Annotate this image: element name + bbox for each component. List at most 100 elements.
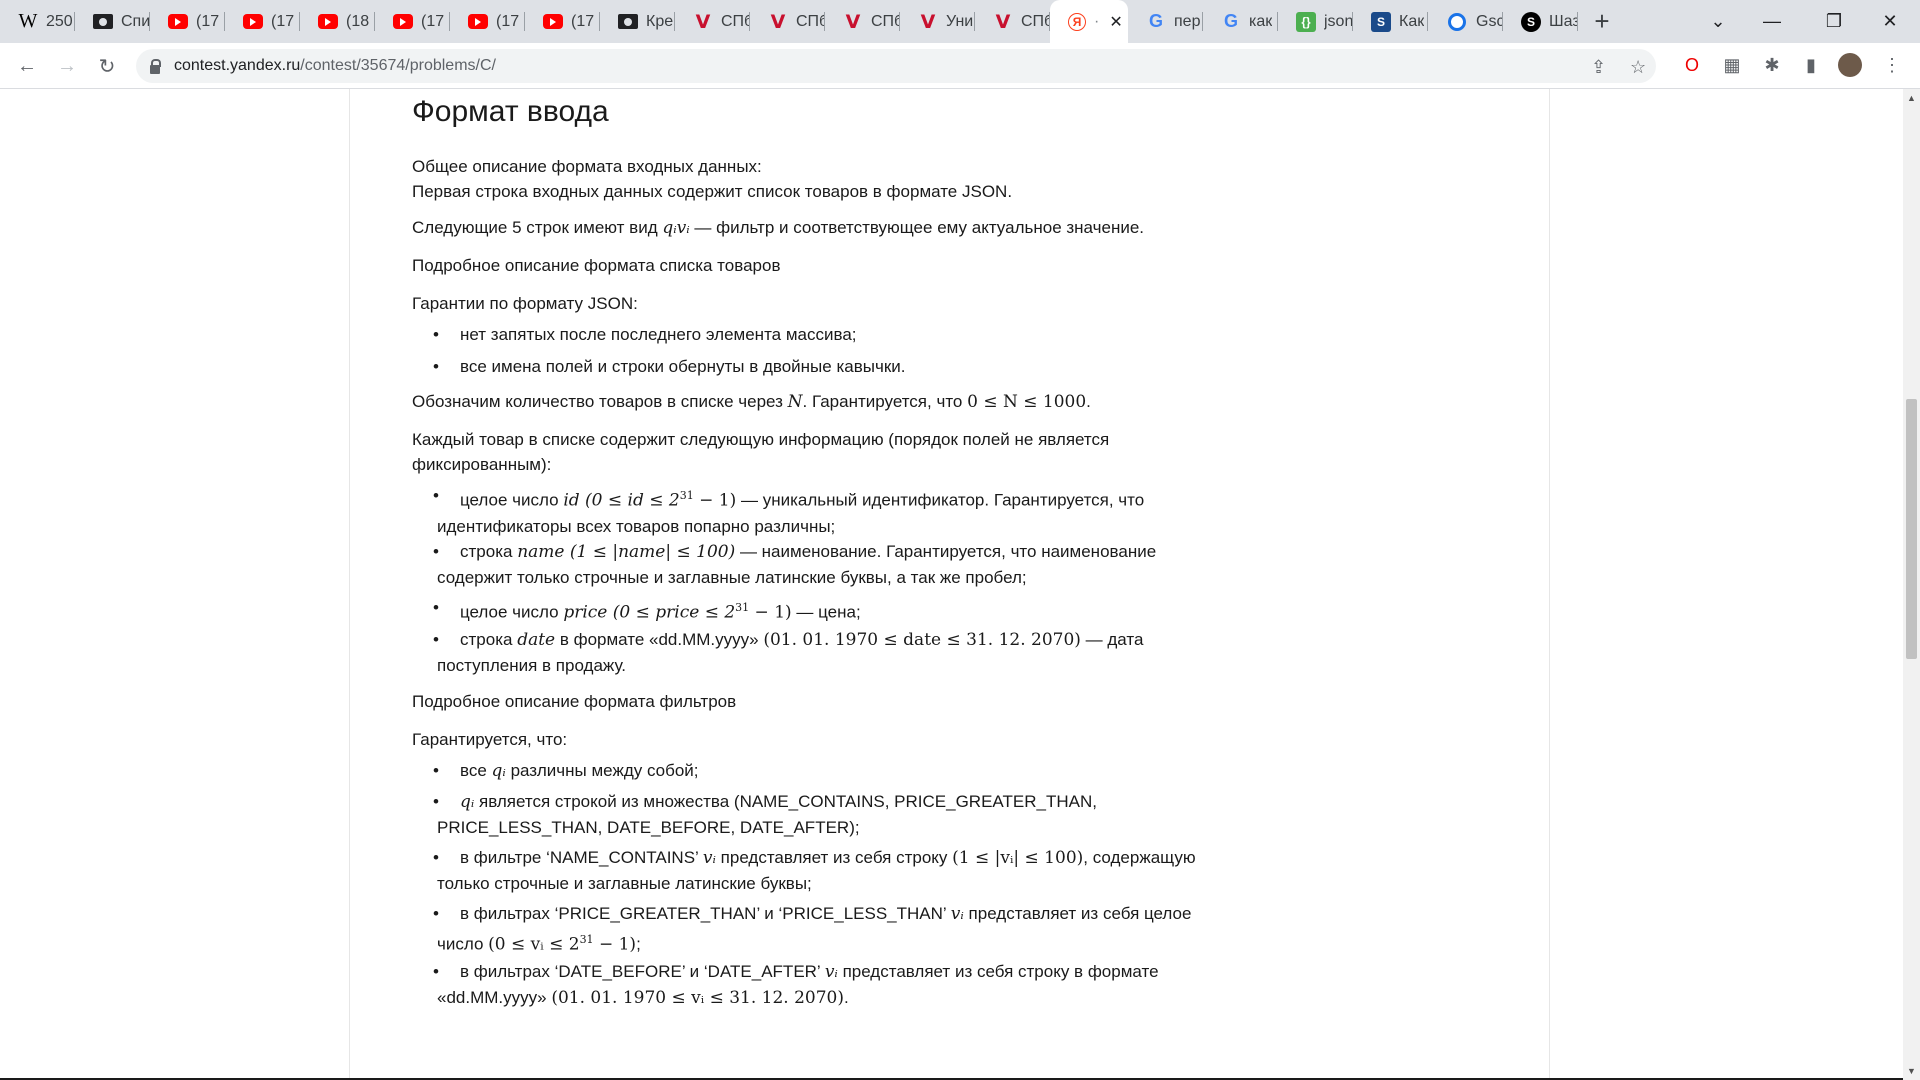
text: в фильтре ‘NAME_CONTAINS’ vᵢ представляе… <box>437 845 1197 896</box>
math: − 1) <box>693 490 737 511</box>
text: различны между собой; <box>505 761 699 780</box>
list-item: целое число id (0 ≤ id ≤ 231 − 1) — уник… <box>433 483 1197 539</box>
math: 31 <box>735 601 750 614</box>
maximize-icon[interactable]: ❐ <box>1806 0 1862 43</box>
text: qᵢ является строкой из множества (NAME_C… <box>437 789 1197 840</box>
paragraph: Гарантируется, что: <box>412 730 568 749</box>
paragraph: Обозначим количество товаров в списке че… <box>412 389 1212 415</box>
tab-item[interactable]: V СПб <box>975 0 1050 43</box>
tab-item[interactable]: V СПб <box>825 0 900 43</box>
tab-search-chevron-icon[interactable]: ⌄ <box>1690 0 1746 43</box>
forward-arrow-icon[interactable]: → <box>52 51 82 81</box>
tab-item[interactable]: (17 <box>375 0 450 43</box>
youtube-icon <box>168 14 188 29</box>
side-panel-icon[interactable]: ▮ <box>1799 53 1823 77</box>
tab-item[interactable]: (17 <box>150 0 225 43</box>
tab-title: json <box>1324 12 1353 30</box>
url-host: contest.yandex.ru <box>174 57 301 74</box>
google-icon: G <box>1148 11 1163 31</box>
link-filter-format[interactable]: Подробное описание формата фильтров <box>412 689 1212 714</box>
scroll-down-arrow-icon[interactable]: ▼ <box>1907 1066 1916 1076</box>
menu-dots-icon[interactable]: ⋮ <box>1880 53 1904 77</box>
tab-item[interactable]: (17 <box>225 0 300 43</box>
tab-item[interactable]: Gsc <box>1428 0 1503 43</box>
section-heading-input-format: Формат ввода <box>412 95 609 128</box>
tab-title: Спи <box>121 12 150 30</box>
v-logo-icon: V <box>995 10 1011 33</box>
address-bar[interactable]: contest.yandex.ru/contest/35674/problems… <box>136 49 1656 83</box>
tab-title: (17 <box>196 12 220 30</box>
math: qᵢ <box>491 761 506 781</box>
text: Первая строка входных данных содержит сп… <box>412 182 1013 201</box>
tab-title: СПб <box>721 12 750 30</box>
text: — фильтр и соответствующее ему актуально… <box>689 218 1145 237</box>
avatar[interactable] <box>1838 53 1862 77</box>
page-scrollbar[interactable]: ▲ ▼ <box>1903 89 1920 1080</box>
text: строка date в формате «dd.MM.yyyy» (01. … <box>437 627 1197 678</box>
tab-item[interactable]: W 250 <box>0 0 75 43</box>
lock-icon[interactable] <box>150 58 161 74</box>
close-tab-icon[interactable]: ✕ <box>1109 12 1122 32</box>
tab-item[interactable]: (17 <box>450 0 525 43</box>
math: 31 <box>679 489 694 502</box>
back-arrow-icon[interactable]: ← <box>12 51 42 81</box>
tab-title: 250 <box>46 12 73 30</box>
math: id (0 ≤ id ≤ 2 <box>563 490 680 511</box>
math: (01. 01. 1970 ≤ date ≤ 31. 12. 2070) <box>763 630 1081 650</box>
v-logo-icon: V <box>845 10 861 33</box>
tab-item[interactable]: {} json <box>1278 0 1353 43</box>
tab-title: пер <box>1174 12 1201 30</box>
math: − 1) <box>749 602 792 623</box>
new-tab-button[interactable]: + <box>1582 0 1622 43</box>
tab-item[interactable]: (17 <box>525 0 600 43</box>
math: − 1) <box>593 934 637 955</box>
tab-title: СПб <box>796 12 825 30</box>
tab-item[interactable]: (18 <box>300 0 375 43</box>
scrollbar-thumb[interactable] <box>1906 399 1917 659</box>
text: — цена; <box>791 602 861 622</box>
youtube-icon <box>393 14 413 29</box>
math: N <box>787 392 803 412</box>
link-product-format[interactable]: Подробное описание формата списка товаро… <box>412 253 1212 278</box>
bookmark-star-icon[interactable]: ☆ <box>1630 57 1646 78</box>
puzzle-icon[interactable]: ✱ <box>1760 53 1784 77</box>
math: name (1 ≤ |name| ≤ 100) <box>517 542 736 562</box>
text: . Гарантируется, что <box>802 392 968 411</box>
tab-title: (17 <box>271 12 295 30</box>
tab-item[interactable]: V Уни <box>900 0 975 43</box>
text: все <box>460 761 492 780</box>
share-icon[interactable]: ⇪ <box>1591 57 1606 78</box>
url-text[interactable]: contest.yandex.ru/contest/35674/problems… <box>174 57 496 75</box>
text: ; <box>636 934 641 954</box>
opera-extension-icon[interactable]: O <box>1680 53 1704 77</box>
tab-title: СПб <box>871 12 900 30</box>
shazam-icon: S <box>1521 11 1541 32</box>
math: qᵢvᵢ <box>662 218 690 238</box>
tab-item[interactable]: Gпер <box>1128 0 1203 43</box>
text: целое число <box>460 490 564 510</box>
math: date <box>517 630 556 650</box>
tab-item[interactable]: V СПб <box>675 0 750 43</box>
reload-icon[interactable]: ↻ <box>92 51 122 81</box>
text: является строкой из множества (NAME_CONT… <box>437 792 1097 837</box>
v-logo-icon: V <box>920 10 936 33</box>
tab-item[interactable]: Gкак <box>1203 0 1278 43</box>
tab-item[interactable]: Спи <box>75 0 150 43</box>
text: в формате «dd.MM.yyyy» <box>555 630 764 649</box>
tab-item[interactable]: S Как <box>1353 0 1428 43</box>
tab-item[interactable]: V СПб <box>750 0 825 43</box>
text: целое число <box>460 602 564 622</box>
tab-item-active[interactable]: Я · ✕ <box>1050 0 1128 43</box>
scroll-up-arrow-icon[interactable]: ▲ <box>1907 93 1916 103</box>
text: в фильтре ‘NAME_CONTAINS’ <box>460 848 703 867</box>
extension-icon[interactable]: ▦ <box>1720 53 1744 77</box>
minimize-icon[interactable]: — <box>1744 0 1800 43</box>
stackoverflow-icon: S <box>1371 11 1391 32</box>
text: Следующие 5 строк имеют вид <box>412 218 663 237</box>
v-logo-icon: V <box>770 10 786 33</box>
youtube-icon <box>543 14 563 29</box>
video-camera-icon <box>93 14 113 29</box>
tab-item[interactable]: Кре <box>600 0 675 43</box>
tab-item[interactable]: S Шаз <box>1503 0 1578 43</box>
close-window-icon[interactable]: ✕ <box>1862 0 1918 43</box>
